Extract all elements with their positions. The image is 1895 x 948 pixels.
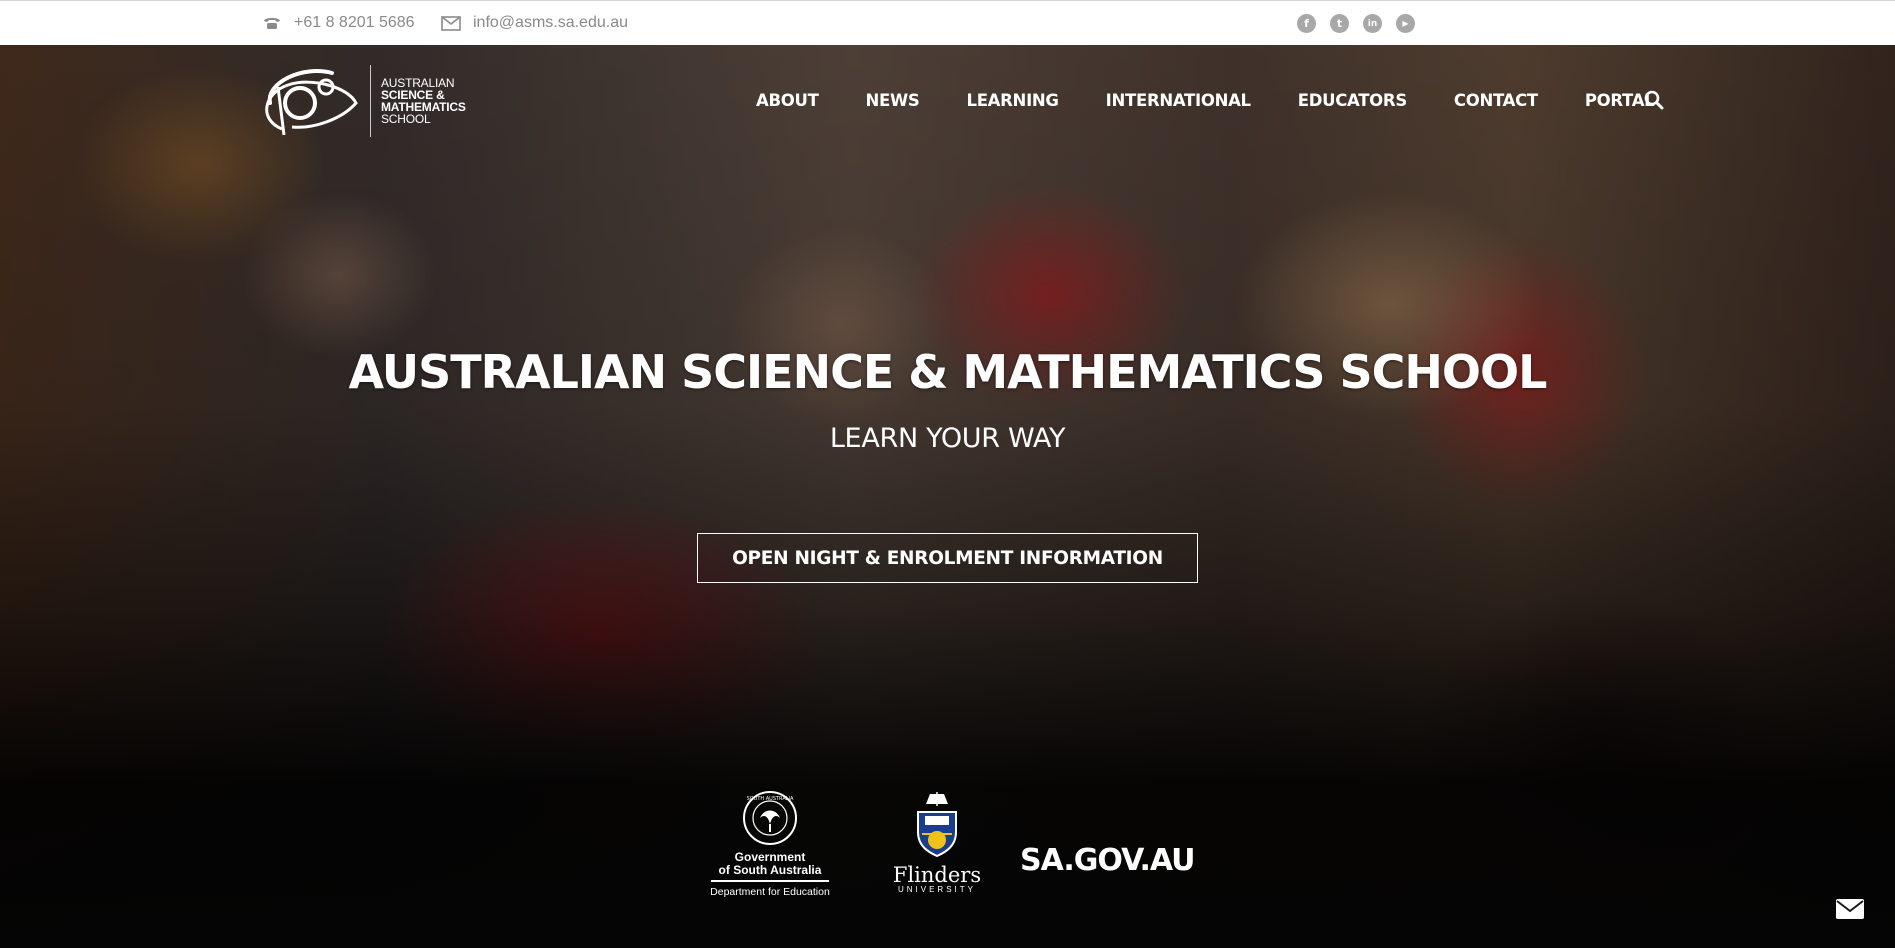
nav-international[interactable]: INTERNATIONAL [1106,91,1251,110]
gov-line3: Department for Education [710,886,830,898]
facebook-icon[interactable]: f [1297,14,1316,33]
logo-wordmark: AUSTRALIAN SCIENCE & MATHEMATICS SCHOOL [381,77,466,125]
nav-contact[interactable]: CONTACT [1454,91,1538,110]
nav-about[interactable]: ABOUT [756,91,819,110]
gov-line2: of South Australia [718,863,822,877]
envelope-icon [441,13,461,33]
twitter-icon[interactable]: t [1330,14,1349,33]
youtube-icon[interactable]: ▶ [1396,14,1415,33]
sa-gov-au-logo[interactable]: SA.GOV.AU [1020,843,1196,878]
school-logo[interactable]: AUSTRALIAN SCIENCE & MATHEMATICS SCHOOL [262,63,466,139]
open-night-enrolment-button[interactable]: OPEN NIGHT & ENROLMENT INFORMATION [697,533,1198,583]
gov-rule [711,880,829,882]
nav-educators[interactable]: EDUCATORS [1298,91,1407,110]
flinders-name: Flinders [892,863,982,887]
orbit-logo-icon [265,69,358,136]
envelope-icon[interactable] [1835,898,1865,920]
hero-subtitle: LEARN YOUR WAY [829,423,1066,454]
flinders-crest-icon [917,792,957,858]
linkedin-icon[interactable]: in [1363,14,1382,33]
nav-news[interactable]: NEWS [866,91,920,110]
search-icon[interactable] [1644,90,1664,110]
phone-icon [262,13,282,33]
hero-section: AUSTRALIAN SCIENCE & MATHEMATICS SCHOOL … [0,45,1895,948]
logo-divider [370,65,371,137]
logo-line: SCHOOL [381,112,431,126]
hero-title: AUSTRALIAN SCIENCE & MATHEMATICS SCHOOL [348,345,1548,399]
top-utility-bar: +61 8 8201 5686 info@asms.sa.edu.au f t … [0,0,1895,45]
nav-learning[interactable]: LEARNING [967,91,1059,110]
gov-sa-education-logo[interactable]: SOUTH AUSTRALIA Government of South Aust… [700,790,840,898]
social-links: f t in ▶ [1297,14,1415,33]
flinders-university-logo[interactable]: Flinders UNIVERSITY [890,790,984,894]
phone-link[interactable]: +61 8 8201 5686 [262,12,415,34]
gov-seal-text: SOUTH AUSTRALIA [747,796,794,802]
phone-number: +61 8 8201 5686 [294,14,415,31]
flinders-sub: UNIVERSITY [897,885,976,894]
gov-sa-seal-icon: SOUTH AUSTRALIA [743,791,797,845]
email-link[interactable]: info@asms.sa.edu.au [441,12,628,34]
main-nav: ABOUT NEWS LEARNING INTERNATIONAL EDUCAT… [756,91,1655,110]
email-address: info@asms.sa.edu.au [473,14,628,31]
